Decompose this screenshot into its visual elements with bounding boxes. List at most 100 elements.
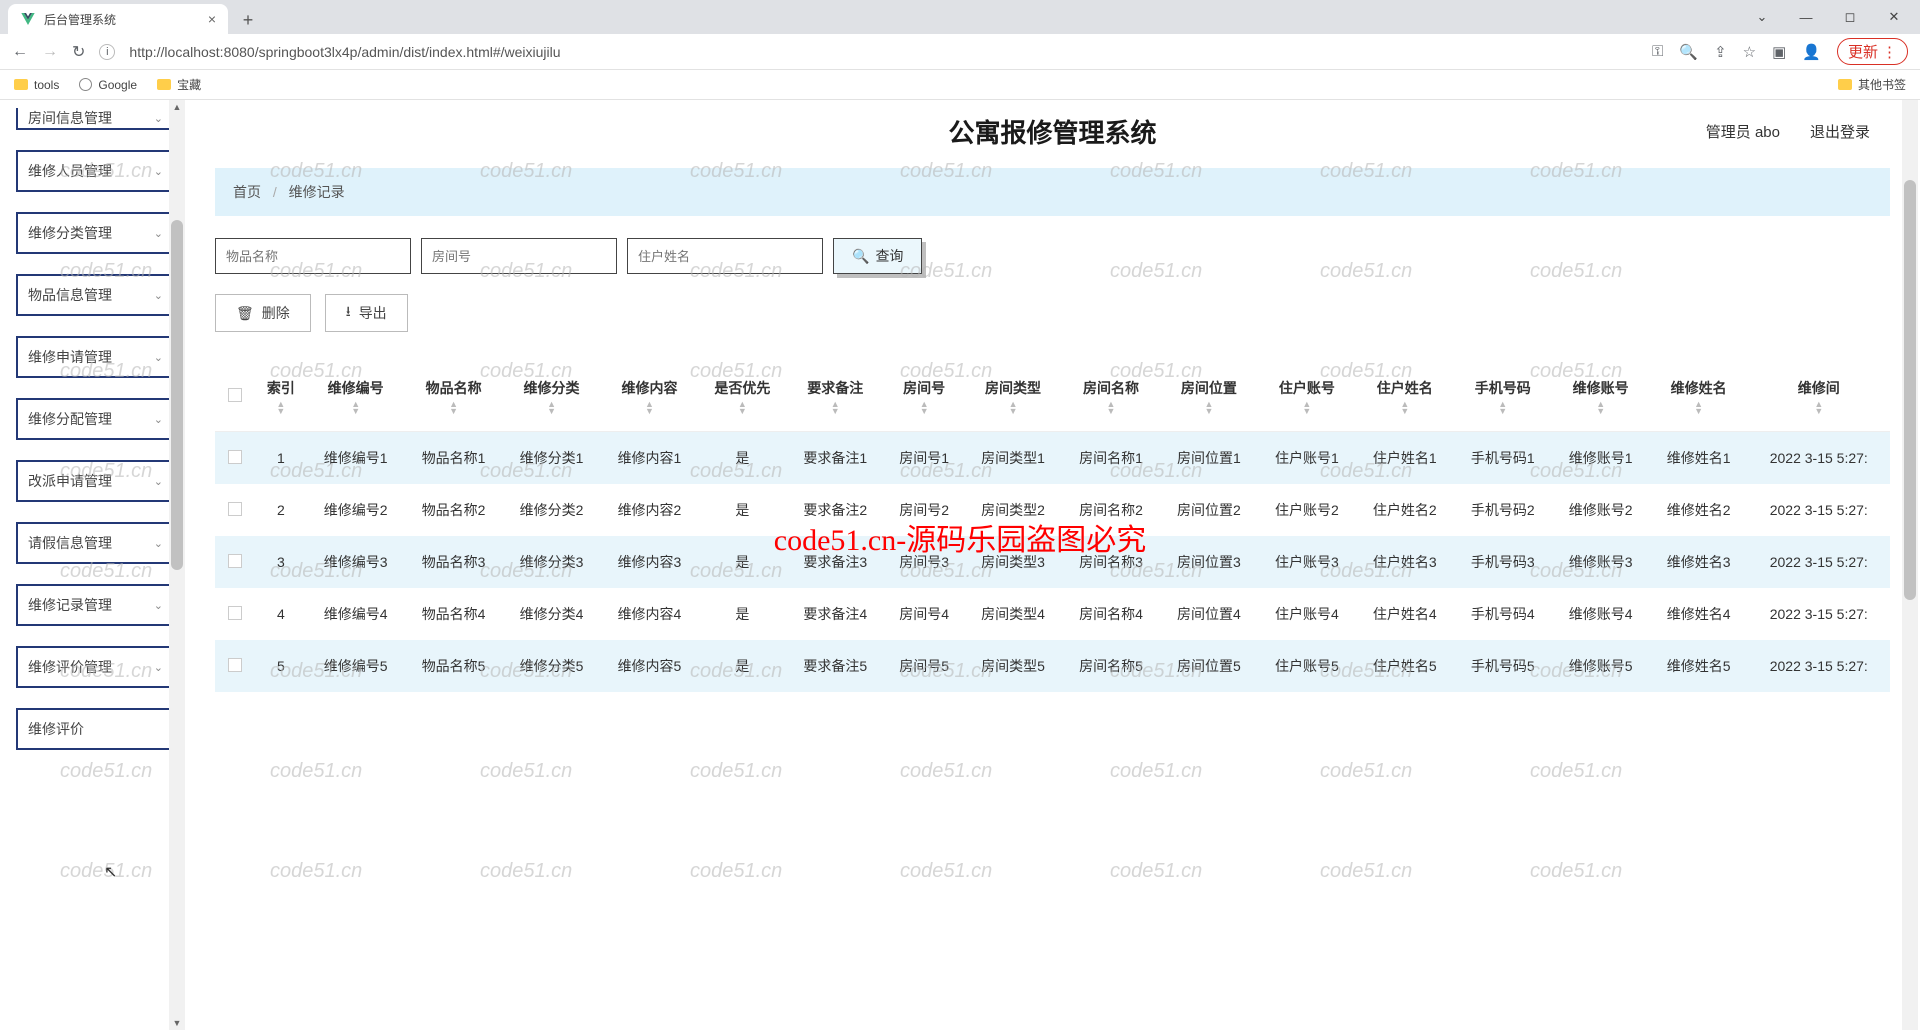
sort-icon[interactable]: ▲▼ [1558,401,1644,415]
sidebar-item-6[interactable]: 改派申请管理⌄ [16,460,175,502]
sort-icon[interactable]: ▲▼ [313,401,399,415]
sidebar-item-9[interactable]: 维修评价管理⌄ [16,646,175,688]
profile-avatar-icon[interactable]: 👤 [1802,43,1821,61]
sort-icon[interactable]: ▲▼ [1754,401,1884,415]
chevron-down-icon: ⌄ [154,661,163,674]
table-header-12[interactable]: 住户账号▲▼ [1258,362,1356,432]
table-header-9[interactable]: 房间类型 ▲▼ [964,362,1062,432]
sort-icon[interactable]: ▲▼ [411,401,497,415]
table-row[interactable]: 1维修编号1物品名称1维修分类1维修内容1是要求备注1房间号1房间类型1房间名称… [215,432,1890,485]
table-header-16[interactable]: 维修姓名▲▼ [1650,362,1748,432]
breadcrumb-home[interactable]: 首页 [233,184,261,200]
maximize-icon[interactable]: ◻ [1838,9,1862,25]
scroll-up-icon[interactable]: ▲ [169,102,185,112]
zoom-icon[interactable]: 🔍 [1679,43,1698,61]
sort-icon[interactable]: ▲▼ [704,401,780,415]
sidebar-item-8[interactable]: 维修记录管理⌄ [16,584,175,626]
table-row[interactable]: 4维修编号4物品名称4维修分类4维修内容4是要求备注4房间号4房间类型4房间名称… [215,588,1890,640]
url-text[interactable]: http://localhost:8080/springboot3lx4p/ad… [129,44,1638,60]
main-scrollbar[interactable] [1902,100,1918,1030]
table-header-17[interactable]: 维修间▲▼ [1748,362,1890,432]
minimize-icon[interactable]: — [1794,10,1818,25]
browser-tab[interactable]: 后台管理系统 × [8,4,228,34]
close-tab-icon[interactable]: × [208,11,216,27]
row-checkbox[interactable] [228,450,242,464]
back-icon[interactable]: ← [12,43,28,61]
sort-icon[interactable]: ▲▼ [1068,401,1154,415]
sort-icon[interactable]: ▲▼ [792,401,878,415]
delete-button[interactable]: 🗑 删除 [215,294,311,332]
sort-icon[interactable]: ▲▼ [970,401,1056,415]
bookmark-tools[interactable]: tools [14,78,59,92]
search-resident-input[interactable] [627,238,823,274]
sidebar-item-1[interactable]: 维修人员管理⌄ [16,150,175,192]
scroll-down-icon[interactable]: ▼ [169,1018,185,1028]
table-header-1[interactable]: 索引▲▼ [255,362,307,432]
sort-icon[interactable]: ▲▼ [1656,401,1742,415]
table-header-2[interactable]: 维修编号▲▼ [307,362,405,432]
row-checkbox[interactable] [228,658,242,672]
cell-note: 要求备注4 [786,588,884,640]
sidebar-item-0[interactable]: 房间信息管理⌄ [16,108,175,130]
table-header-15[interactable]: 维修账号▲▼ [1552,362,1650,432]
sidebar-item-5[interactable]: 维修分配管理⌄ [16,398,175,440]
search-item-name-input[interactable] [215,238,411,274]
sort-icon[interactable]: ▲▼ [890,401,958,415]
table-header-8[interactable]: 房间号▲▼ [884,362,964,432]
current-user[interactable]: 管理员 abo [1706,121,1780,142]
column-label: 房间位置 [1181,380,1237,396]
sidebar-item-3[interactable]: 物品信息管理⌄ [16,274,175,316]
sort-icon[interactable]: ▲▼ [509,401,595,415]
row-checkbox[interactable] [228,554,242,568]
sort-icon[interactable]: ▲▼ [1460,401,1546,415]
table-header-5[interactable]: 维修内容▲▼ [601,362,699,432]
table-row[interactable]: 2维修编号2物品名称2维修分类2维修内容2是要求备注2房间号2房间类型2房间名称… [215,484,1890,536]
sidebar-item-7[interactable]: 请假信息管理⌄ [16,522,175,564]
select-all-checkbox[interactable] [228,388,242,402]
export-button[interactable]: ⭳ 导出 [325,294,408,332]
sidebar-scrollbar[interactable]: ▲ ▼ [169,100,185,1030]
chevron-down-icon: ⌄ [154,112,163,125]
search-button[interactable]: 🔍 查询 [833,238,922,274]
sidebar-item-10[interactable]: 维修评价 [16,708,175,750]
row-checkbox[interactable] [228,502,242,516]
search-room-input[interactable] [421,238,617,274]
table-header-10[interactable]: 房间名称▲▼ [1062,362,1160,432]
password-key-icon[interactable]: ⚿ [1652,43,1663,60]
column-label: 房间类型 [985,380,1041,396]
table-header-11[interactable]: 房间位置 ▲▼ [1160,362,1258,432]
table-header-13[interactable]: 住户姓名▲▼ [1356,362,1454,432]
table-header-7[interactable]: 要求备注▲▼ [786,362,884,432]
cell-rid: 维修编号5 [307,640,405,692]
row-checkbox[interactable] [228,606,242,620]
table-header-4[interactable]: 维修分类▲▼ [503,362,601,432]
table-row[interactable]: 5维修编号5物品名称5维修分类5维修内容5是要求备注5房间号5房间类型5房间名称… [215,640,1890,692]
other-bookmarks[interactable]: 其他书签 [1838,76,1906,93]
sort-icon[interactable]: ▲▼ [1264,401,1350,415]
update-button[interactable]: 更新⋮ [1837,38,1908,65]
sidebar-item-4[interactable]: 维修申请管理⌄ [16,336,175,378]
site-info-icon[interactable]: i [99,44,115,60]
bookmark-baozang[interactable]: 宝藏 [157,76,201,93]
table-row[interactable]: 3维修编号3物品名称3维修分类3维修内容3是要求备注3房间号3房间类型3房间名称… [215,536,1890,588]
sort-icon[interactable]: ▲▼ [261,401,301,415]
sort-icon[interactable]: ▲▼ [607,401,693,415]
close-window-icon[interactable]: ✕ [1882,9,1906,25]
table-header-14[interactable]: 手机号码▲▼ [1454,362,1552,432]
reading-list-icon[interactable]: ▣ [1772,43,1786,61]
logout-link[interactable]: 退出登录 [1810,121,1870,142]
sidebar-item-2[interactable]: 维修分类管理⌄ [16,212,175,254]
forward-icon[interactable]: → [42,43,58,61]
scrollbar-thumb[interactable] [171,220,183,570]
new-tab-button[interactable]: + [234,6,262,34]
scrollbar-thumb[interactable] [1904,180,1916,600]
table-header-3[interactable]: 物品名称▲▼ [405,362,503,432]
bookmark-star-icon[interactable]: ☆ [1743,43,1756,61]
sort-icon[interactable]: ▲▼ [1362,401,1448,415]
sort-icon[interactable]: ▲▼ [1166,401,1252,415]
share-icon[interactable]: ⇪ [1714,43,1727,61]
bookmark-google[interactable]: Google [79,78,137,92]
chevron-down-icon[interactable]: ⌄ [1750,9,1774,25]
table-header-6[interactable]: 是否优先▲▼ [698,362,786,432]
reload-icon[interactable]: ↻ [72,42,85,62]
